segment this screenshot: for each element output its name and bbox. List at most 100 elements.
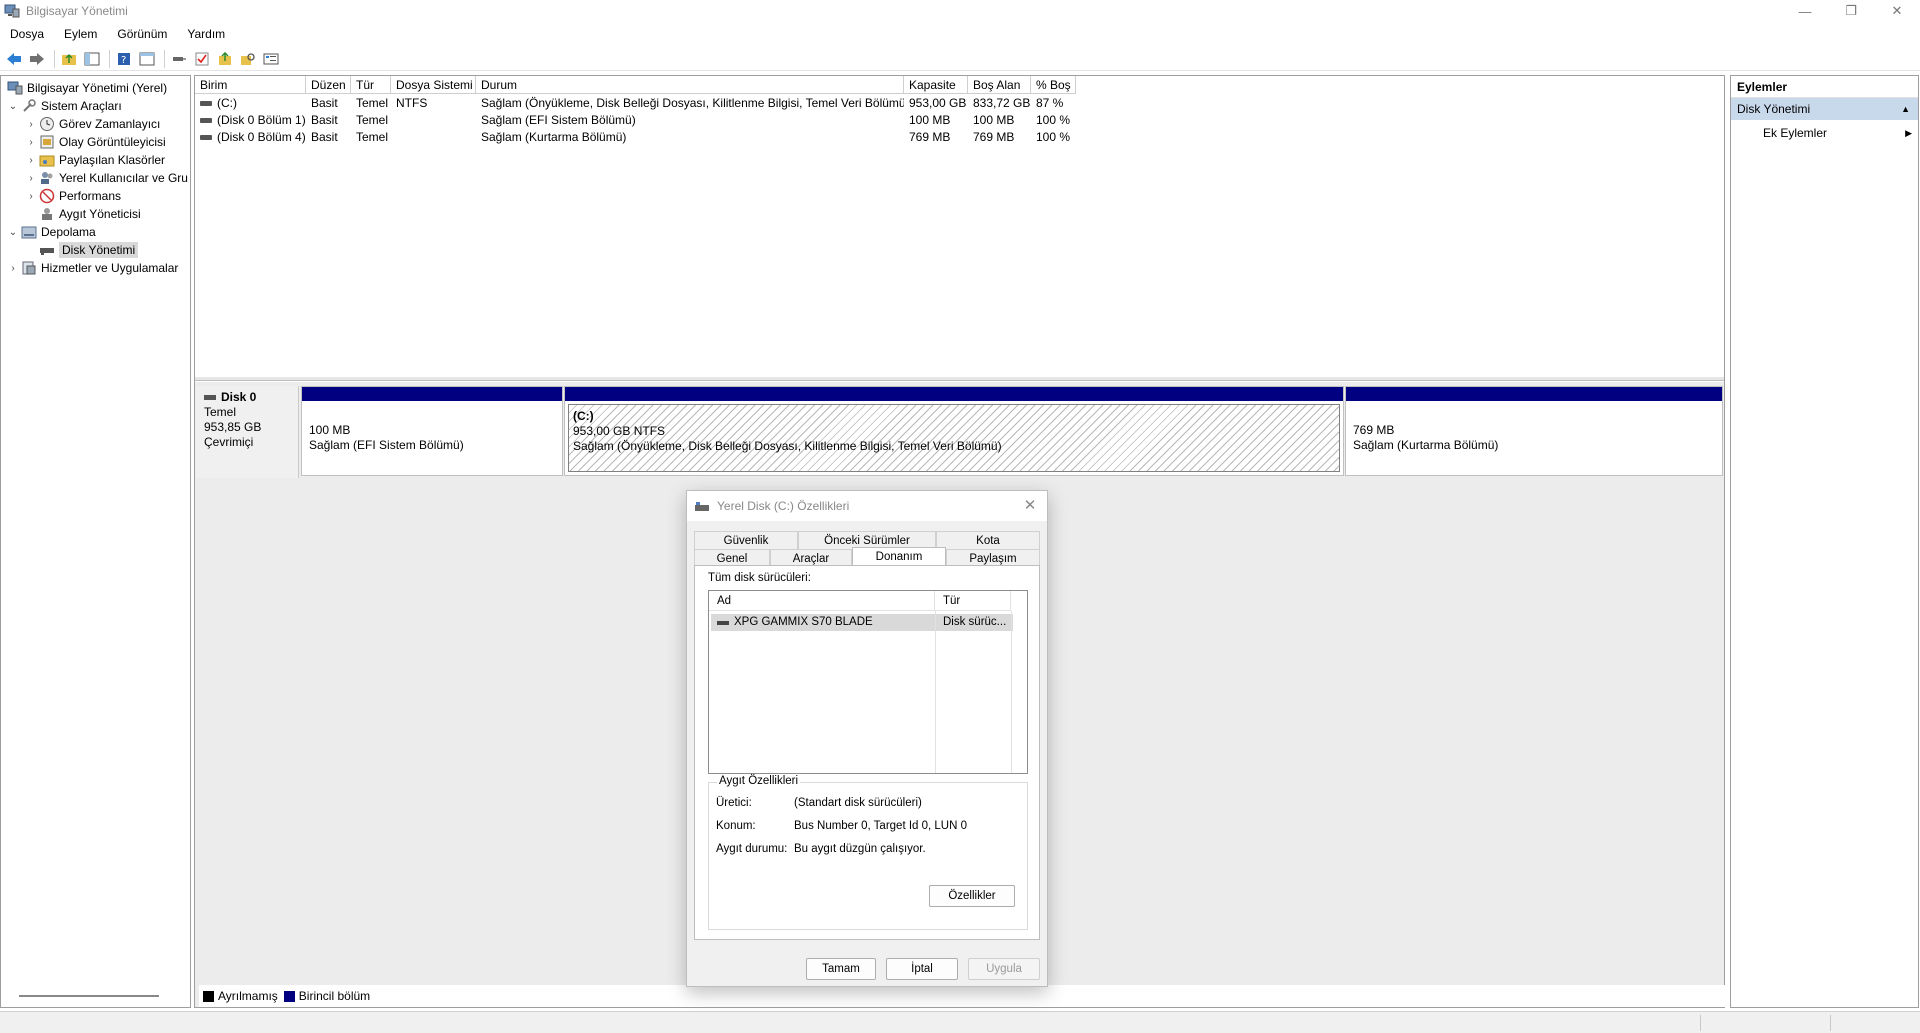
partition-c[interactable]: (C:) 953,00 GB NTFS Sağlam (Önyükleme, D… [564, 386, 1344, 476]
tab-guvenlik[interactable]: Güvenlik [694, 531, 798, 549]
tree-item-olay-goruntuleyici[interactable]: › Olay Görüntüleyicisi [25, 133, 165, 151]
forward-arrow-icon[interactable] [27, 49, 47, 69]
volume-icon [200, 118, 212, 124]
table-row[interactable]: (C:) Basit Temel NTFS Sağlam (Önyükleme,… [195, 95, 1076, 112]
connect-icon[interactable] [169, 49, 189, 69]
export-icon[interactable] [215, 49, 235, 69]
chevron-right-icon[interactable]: › [25, 173, 37, 184]
actions-section-disk-yonetimi[interactable]: Disk Yönetimi ▲ [1731, 98, 1918, 120]
chevron-right-icon[interactable]: › [25, 191, 37, 202]
partition-recovery[interactable]: 769 MB Sağlam (Kurtarma Bölümü) [1345, 386, 1723, 476]
ok-button[interactable]: Tamam [806, 958, 876, 980]
volume-list-header: Birim Düzen Tür Dosya Sistemi Durum Kapa… [195, 76, 1076, 94]
list-item[interactable]: XPG GAMMIX S70 BLADE Disk sürüc... [711, 614, 1013, 631]
close-button[interactable]: ✕ [1874, 0, 1920, 22]
prop-key: Konum: [716, 820, 756, 832]
tools-icon [21, 98, 37, 114]
dialog-close-icon[interactable]: ✕ [1021, 497, 1039, 515]
tree-item-paylasilan-klasorler[interactable]: › Paylaşılan Klasörler [25, 151, 165, 169]
chevron-down-icon[interactable]: ⌄ [7, 227, 19, 238]
disk-icon [717, 620, 729, 625]
tree-item-sistem-araclari[interactable]: ⌄ Sistem Araçları [7, 97, 122, 115]
minimize-button[interactable]: — [1782, 0, 1828, 22]
table-row[interactable]: (Disk 0 Bölüm 1) Basit Temel Sağlam (EFI… [195, 112, 1076, 129]
tree-item-performans[interactable]: › Performans [25, 187, 121, 205]
cell-durum: Sağlam (EFI Sistem Bölümü) [481, 113, 636, 127]
legend-primary-swatch [283, 990, 295, 1002]
column-header-kapasite[interactable]: Kapasite [904, 76, 968, 94]
users-icon [39, 170, 55, 186]
event-viewer-icon [39, 134, 55, 150]
column-header-tur[interactable]: Tür [351, 76, 391, 94]
partition-status: Sağlam (Kurtarma Bölümü) [1353, 438, 1499, 452]
column-header-duzen[interactable]: Düzen [306, 76, 351, 94]
column-header-birim[interactable]: Birim [195, 76, 306, 94]
partition-efi[interactable]: 100 MB Sağlam (EFI Sistem Bölümü) [301, 386, 563, 476]
column-header-dosya-sistemi[interactable]: Dosya Sistemi [391, 76, 476, 94]
tab-kota[interactable]: Kota [936, 531, 1040, 549]
tree-item-yerel-kullanicilar[interactable]: › Yerel Kullanıcılar ve Gru [25, 169, 188, 187]
menu-gorunum[interactable]: Görünüm [107, 27, 177, 41]
legend-unallocated-swatch [203, 990, 214, 1002]
tree-item-depolama[interactable]: ⌄ Depolama [7, 223, 96, 241]
status-divider [1830, 1015, 1831, 1031]
properties-dialog: Yerel Disk (C:) Özellikleri ✕ Güvenlik Ö… [686, 490, 1048, 987]
menu-dosya[interactable]: Dosya [0, 27, 54, 41]
tree-item-gorev-zamanlayici[interactable]: › Görev Zamanlayıcı [25, 115, 160, 133]
dialog-title-bar[interactable]: Yerel Disk (C:) Özellikleri [687, 491, 1047, 521]
tree-item-disk-yonetimi[interactable]: Disk Yönetimi [37, 241, 139, 259]
tree-item-aygit-yoneticisi[interactable]: Aygıt Yöneticisi [37, 205, 141, 223]
tab-donanim[interactable]: Donanım [852, 547, 946, 567]
show-hide-tree-icon[interactable] [82, 49, 102, 69]
properties-icon[interactable] [261, 49, 281, 69]
chevron-right-icon[interactable]: › [25, 137, 37, 148]
action-more-actions[interactable]: Ek Eylemler ▶ [1731, 122, 1918, 144]
all-drives-label: Tüm disk sürücüleri: [708, 572, 811, 584]
table-row[interactable]: (Disk 0 Bölüm 4) Basit Temel Sağlam (Kur… [195, 129, 1076, 146]
chevron-right-icon[interactable]: › [25, 119, 37, 130]
disk-status: Çevrimiçi [204, 435, 254, 449]
apply-button[interactable]: Uygula [968, 958, 1040, 980]
collapse-arrow-icon[interactable]: ▲ [1901, 98, 1910, 120]
menu-bar: Dosya Eylem Görünüm Yardım [0, 24, 235, 44]
list-header-ad[interactable]: Ad [709, 591, 935, 611]
disk-size: 953,85 GB [204, 420, 262, 434]
list-header-tur[interactable]: Tür [935, 591, 1011, 611]
column-header-durum[interactable]: Durum [476, 76, 904, 94]
computer-management-icon [7, 80, 23, 96]
check-icon[interactable] [192, 49, 212, 69]
chevron-right-icon[interactable]: › [7, 263, 19, 274]
partition-bar [565, 387, 1343, 401]
partition-status: Sağlam (EFI Sistem Bölümü) [309, 438, 464, 452]
up-folder-icon[interactable] [59, 49, 79, 69]
shared-folder-icon [39, 152, 55, 168]
disk-icon [204, 395, 216, 400]
partition-name [309, 408, 555, 423]
disk-info-box[interactable]: Disk 0 Temel 953,85 GB Çevrimiçi [196, 386, 299, 478]
tree-label: Bilgisayar Yönetimi (Yerel) [27, 81, 168, 95]
help-icon[interactable]: ? [114, 49, 134, 69]
tree-item-root[interactable]: Bilgisayar Yönetimi (Yerel) [5, 79, 167, 97]
restore-button[interactable]: ❐ [1828, 0, 1874, 22]
navigation-tree: Bilgisayar Yönetimi (Yerel) ⌄ Sistem Ara… [0, 75, 191, 1008]
column-header-yuzde-bos[interactable]: % Boş [1031, 76, 1076, 94]
show-hide-action-pane-icon[interactable] [137, 49, 157, 69]
tree-item-hizmetler[interactable]: › Hizmetler ve Uygulamalar [7, 259, 178, 277]
search-folder-icon[interactable] [238, 49, 258, 69]
horizontal-scrollbar[interactable] [19, 995, 159, 997]
chevron-down-icon[interactable]: ⌄ [7, 101, 19, 112]
column-header-bos-alan[interactable]: Boş Alan [968, 76, 1031, 94]
cell-kapasite: 953,00 GB [909, 96, 967, 110]
chevron-right-icon[interactable]: › [25, 155, 37, 166]
cancel-button[interactable]: İptal [886, 958, 958, 980]
menu-eylem[interactable]: Eylem [54, 27, 107, 41]
pane-splitter[interactable] [195, 377, 1724, 381]
properties-button[interactable]: Özellikler [929, 885, 1015, 907]
legend-unallocated: Ayrılmamış [218, 989, 278, 1003]
menu-yardim[interactable]: Yardım [177, 27, 235, 41]
drive-type: Disk sürüc... [943, 616, 1007, 628]
partition-size: 100 MB [309, 423, 351, 437]
drives-listbox[interactable]: Ad Tür XPG GAMMIX S70 BLADE Disk sürüc..… [708, 590, 1028, 774]
back-arrow-icon[interactable] [4, 49, 24, 69]
cell-birim: (Disk 0 Bölüm 1) [217, 113, 306, 127]
